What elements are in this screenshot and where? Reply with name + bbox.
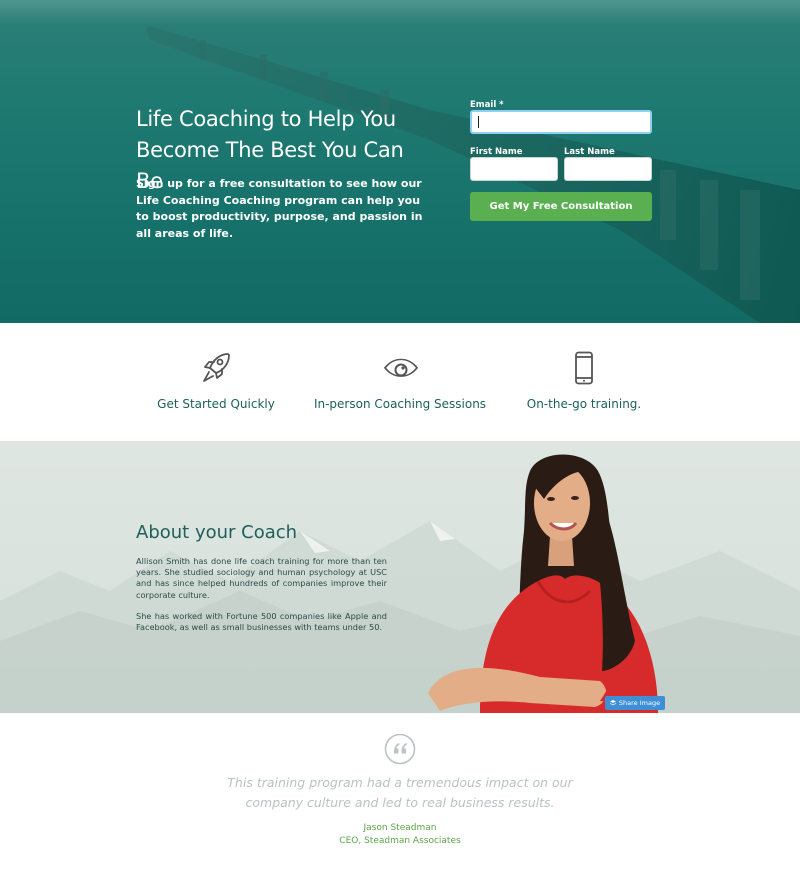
share-image-button[interactable]: Share Image <box>605 696 665 710</box>
about-title: About your Coach <box>136 522 298 543</box>
about-paragraph-1: Allison Smith has done life coach traini… <box>136 556 387 600</box>
coach-photo <box>428 454 658 713</box>
rocket-icon <box>203 353 230 382</box>
testimonial-author-name: Jason Steadman <box>363 823 437 833</box>
about-paragraph-2: She has worked with Fortune 500 companie… <box>136 611 387 633</box>
feature-in-person: In-person Coaching Sessions <box>300 323 500 441</box>
feature-label-in-person: In-person Coaching Sessions <box>313 397 487 411</box>
testimonial-author-title: CEO, Steadman Associates <box>339 836 461 846</box>
hero-description: Sign up for a free consultation to see h… <box>136 177 423 240</box>
get-free-consultation-button[interactable]: Get My Free Consultation <box>470 192 652 221</box>
testimonial-section: This training program had a tremendous i… <box>0 713 800 869</box>
about-section: About your Coach Allison Smith has done … <box>0 441 800 713</box>
eye-icon <box>384 358 418 377</box>
text-caret <box>478 116 479 128</box>
quote-icon <box>384 733 416 765</box>
share-image-label: Share Image <box>618 699 661 707</box>
layers-icon <box>609 700 616 706</box>
last-name-label: Last Name <box>564 147 615 157</box>
hero-section: Life Coaching to Help You Become The Bes… <box>0 0 800 323</box>
first-name-label: First Name <box>470 147 523 157</box>
email-label: Email * <box>470 100 504 110</box>
last-name-field[interactable] <box>564 157 652 181</box>
mountains-background-image <box>0 521 800 713</box>
feature-label-get-started: Get Started Quickly <box>157 397 275 411</box>
first-name-field[interactable] <box>470 157 558 181</box>
mobile-phone-icon <box>575 351 593 385</box>
feature-on-the-go: On-the-go training. <box>484 323 684 441</box>
email-field[interactable] <box>470 110 652 134</box>
feature-label-on-the-go: On-the-go training. <box>526 397 642 411</box>
features-section: Get Started Quickly In-person Coaching S… <box>0 323 800 441</box>
feature-get-started: Get Started Quickly <box>116 323 316 441</box>
testimonial-quote: This training program had a tremendous i… <box>227 775 573 810</box>
